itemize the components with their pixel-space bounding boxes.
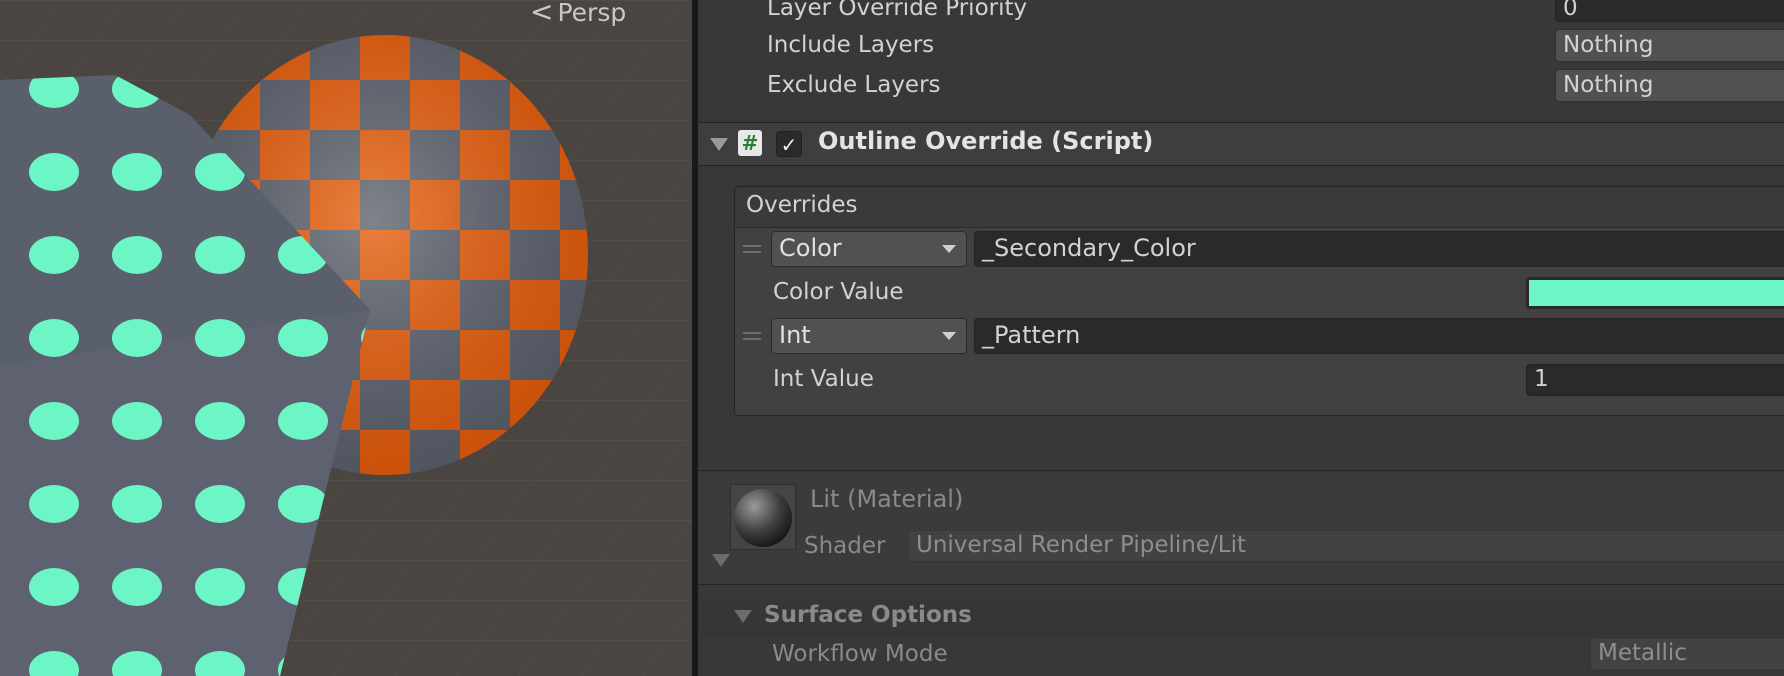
surface-options-foldout-icon[interactable] bbox=[734, 610, 752, 623]
include-layers-label: Include Layers bbox=[767, 32, 935, 58]
property-name-field[interactable]: _Secondary_Color bbox=[974, 231, 1784, 267]
drag-handle-icon[interactable] bbox=[743, 332, 761, 340]
separator bbox=[698, 470, 1784, 471]
material-title: Lit (Material) bbox=[810, 485, 964, 513]
property-name-field[interactable]: _Pattern bbox=[974, 318, 1784, 354]
material-section: Lit (Material) Shader Universal Render P… bbox=[698, 472, 1784, 584]
surface-options-header[interactable]: Surface Options bbox=[698, 598, 1784, 636]
shader-dropdown[interactable]: Universal Render Pipeline/Lit bbox=[908, 530, 1784, 562]
drag-handle-icon[interactable] bbox=[743, 245, 761, 253]
workflow-mode-dropdown[interactable]: Metallic bbox=[1590, 638, 1784, 670]
workflow-mode-label: Workflow Mode bbox=[772, 641, 948, 667]
inspector-panel: Layer Override Priority 0 Include Layers… bbox=[698, 0, 1784, 676]
layer-override-priority-field[interactable]: 0 bbox=[1555, 0, 1784, 22]
overrides-list-header: Overrides bbox=[735, 187, 1784, 228]
caret-down-icon bbox=[942, 245, 956, 253]
color-swatch bbox=[1529, 280, 1784, 306]
view-mode-persp-label[interactable]: < Persp bbox=[530, 0, 626, 28]
list-item: Color _Secondary_Color Color Value bbox=[735, 231, 1784, 311]
color-value-field[interactable] bbox=[1526, 277, 1784, 309]
override-type-dropdown[interactable]: Color bbox=[771, 231, 967, 267]
overrides-header-label: Overrides bbox=[746, 192, 858, 218]
caret-down-icon bbox=[942, 332, 956, 340]
scene-viewport-render bbox=[0, 0, 692, 676]
material-preview-thumbnail bbox=[730, 484, 796, 550]
scene-view[interactable]: < Persp bbox=[0, 0, 692, 676]
layer-override-priority-label: Layer Override Priority bbox=[767, 0, 1028, 21]
surface-options-title: Surface Options bbox=[764, 602, 972, 628]
chevron-left-icon: < bbox=[530, 0, 554, 28]
shader-label: Shader bbox=[804, 533, 886, 559]
override-type-label: Int bbox=[779, 321, 811, 349]
component-header[interactable]: # ✓ Outline Override (Script) bbox=[698, 123, 1784, 165]
script-hash-icon: # bbox=[738, 130, 762, 156]
component-enabled-checkbox[interactable]: ✓ bbox=[776, 131, 802, 157]
foldout-arrow-icon[interactable] bbox=[710, 138, 728, 151]
color-value-label: Color Value bbox=[773, 279, 904, 305]
separator bbox=[698, 584, 1784, 585]
list-item: Int _Pattern Int Value 1 bbox=[735, 318, 1784, 398]
override-type-dropdown[interactable]: Int bbox=[771, 318, 967, 354]
sphere-icon bbox=[734, 489, 792, 547]
int-value-field[interactable]: 1 bbox=[1526, 364, 1784, 396]
exclude-layers-label: Exclude Layers bbox=[767, 72, 941, 98]
overrides-list: Overrides Color _Secondary_Color Color V… bbox=[734, 186, 1784, 416]
include-layers-dropdown[interactable]: Nothing bbox=[1555, 29, 1784, 62]
int-value-label: Int Value bbox=[773, 366, 874, 392]
override-type-label: Color bbox=[779, 234, 842, 262]
material-foldout-arrow-icon[interactable] bbox=[712, 554, 730, 567]
component-title: Outline Override (Script) bbox=[818, 127, 1154, 155]
separator bbox=[698, 165, 1784, 166]
exclude-layers-dropdown[interactable]: Nothing bbox=[1555, 69, 1784, 102]
